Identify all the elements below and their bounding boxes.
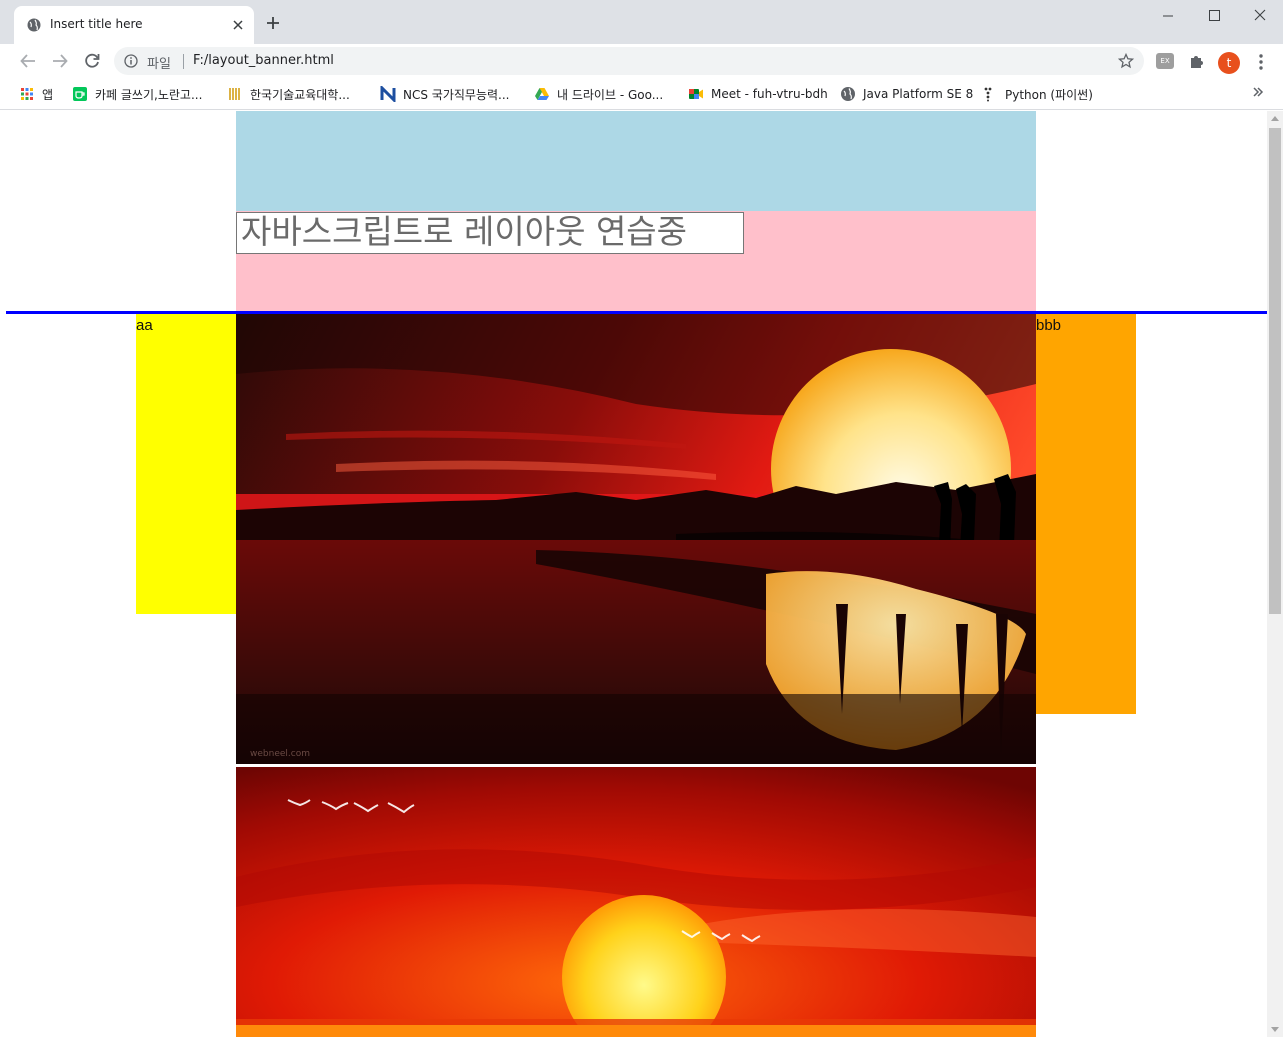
bookmark-java[interactable]: Java Platform SE 8 [840, 84, 973, 104]
profile-avatar[interactable]: t [1218, 52, 1240, 74]
more-bookmarks-icon[interactable] [1252, 85, 1264, 99]
bookmark-label: 한국기술교육대학... [250, 87, 350, 102]
bookmark-star-icon[interactable] [1118, 53, 1134, 69]
bookmark-drive[interactable]: 내 드라이브 - Goo... [534, 84, 663, 104]
sunset-lake-picture: webneel.com [236, 314, 1036, 764]
globe-icon [841, 87, 855, 101]
page-title-input[interactable]: 자바스크립트로 레이아웃 연습중 [236, 212, 744, 254]
globe-icon [27, 18, 41, 32]
left-banner: aa [136, 314, 236, 614]
bookmark-label: Meet - fuh-vtru-bdh [711, 87, 828, 101]
minimize-icon[interactable] [1157, 6, 1179, 26]
bookmark-meet[interactable]: Meet - fuh-vtru-bdh [688, 84, 828, 104]
bookmark-cafe[interactable]: 카페 글쓰기,노란고... [72, 84, 202, 104]
meet-icon [689, 89, 703, 99]
close-tab-icon[interactable] [232, 19, 244, 31]
back-arrow-icon[interactable] [19, 52, 37, 70]
ncs-icon [380, 86, 396, 102]
right-banner-label: bbb [1036, 317, 1062, 334]
apps-grid-icon [21, 88, 33, 100]
right-banner: bbb [1036, 314, 1136, 714]
forward-arrow-icon[interactable] [51, 52, 69, 70]
vertical-scrollbar[interactable] [1267, 111, 1283, 1037]
scroll-up-arrow-icon[interactable] [1271, 116, 1279, 121]
sunset-birds-image [236, 767, 1036, 1037]
address-bar[interactable]: 파일 F:/layout_banner.html [114, 47, 1144, 75]
bookmarks-bar: 앱 카페 글쓰기,노란고... 한국기술교육대학... NCS 국가직무능력..… [0, 78, 1283, 110]
python-icon [984, 87, 992, 102]
maximize-icon[interactable] [1203, 6, 1225, 26]
tab-strip: Insert title here [0, 0, 1283, 44]
university-icon [229, 88, 240, 100]
close-window-icon[interactable] [1249, 6, 1271, 26]
tab-title: Insert title here [50, 17, 143, 31]
drive-icon [535, 88, 549, 100]
bookmark-label: 앱 [42, 87, 54, 102]
bookmark-label: 카페 글쓰기,노란고... [95, 87, 203, 102]
address-separator [183, 54, 184, 69]
url-text[interactable]: F:/layout_banner.html [193, 53, 334, 68]
active-tab[interactable]: Insert title here [14, 6, 254, 44]
scroll-down-arrow-icon[interactable] [1271, 1027, 1279, 1032]
left-banner-label: aa [136, 317, 153, 334]
extension-icon[interactable]: EX [1156, 53, 1174, 69]
header-top-block [236, 111, 1036, 211]
url-scheme-label: 파일 [147, 57, 171, 72]
more-menu-icon[interactable] [1254, 53, 1268, 71]
cafe-icon [73, 87, 87, 101]
bookmark-label: NCS 국가직무능력... [403, 87, 510, 102]
bookmark-apps[interactable]: 앱 [19, 84, 53, 104]
extensions-puzzle-icon[interactable] [1188, 53, 1205, 70]
sunset-lake-image: webneel.com [236, 314, 1036, 764]
bookmark-label: Python (파이썬) [1005, 87, 1093, 102]
bookmark-ncs[interactable]: NCS 국가직무능력... [380, 84, 509, 104]
browser-toolbar: 파일 F:/layout_banner.html EX t [0, 44, 1283, 78]
bookmark-koreatech[interactable]: 한국기술교육대학... [227, 84, 350, 104]
reload-icon[interactable] [83, 52, 101, 70]
bookmark-label: Java Platform SE 8 [863, 87, 974, 101]
page-viewport: 자바스크립트로 레이아웃 연습중 aa webneel.com bbb [0, 111, 1267, 1037]
bookmark-label: 내 드라이브 - Goo... [557, 87, 664, 102]
new-tab-icon[interactable] [266, 16, 280, 30]
sunset-birds-picture [236, 767, 1036, 1037]
bookmark-python[interactable]: Python (파이썬) [982, 84, 1093, 104]
image-watermark: webneel.com [250, 749, 310, 759]
scrollbar-thumb[interactable] [1269, 128, 1281, 614]
info-icon[interactable] [124, 54, 138, 68]
